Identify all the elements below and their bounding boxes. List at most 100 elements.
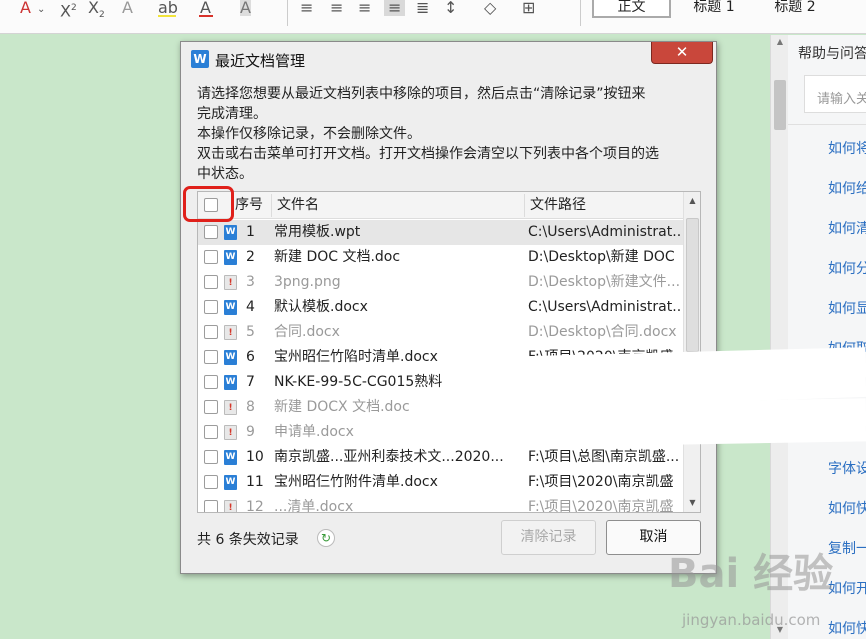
row-checkbox[interactable] bbox=[204, 500, 218, 512]
style-heading-2[interactable]: 标题 2 bbox=[756, 0, 834, 18]
scroll-up-icon[interactable]: ▲ bbox=[684, 196, 700, 205]
row-index: 7 bbox=[246, 374, 255, 390]
close-button[interactable]: ✕ bbox=[651, 42, 713, 64]
list-item[interactable]: W 2 新建 DOC 文档.doc D:\Desktop\新建 DOC bbox=[198, 245, 683, 270]
row-index: 4 bbox=[246, 299, 255, 315]
row-filename: 宝州昭仨竹附件清单.docx bbox=[274, 474, 438, 490]
dialog-titlebar[interactable]: W 最近文档管理 ✕ bbox=[181, 42, 716, 78]
row-filename: 宝州昭仨竹陷时清单.docx bbox=[274, 349, 438, 365]
superscript-icon[interactable]: X2 bbox=[60, 0, 77, 19]
border-icon[interactable]: ⊞ bbox=[522, 0, 535, 16]
list-item[interactable]: W 1 常用模板.wpt C:\Users\Administrat... bbox=[198, 220, 683, 245]
scroll-thumb[interactable] bbox=[686, 218, 699, 352]
help-link[interactable]: 如何快 bbox=[828, 498, 866, 518]
help-link[interactable]: 如何分 bbox=[828, 258, 866, 278]
row-filepath: D:\Desktop\合同.docx bbox=[528, 324, 677, 340]
recent-files-list[interactable]: 序号 文件名 文件路径 W 1 常用模板.wpt C:\Users\Administr… bbox=[197, 191, 701, 513]
row-filepath: F:\项目\总图\南京凯盛... bbox=[528, 449, 680, 465]
column-filename[interactable]: 文件名 bbox=[277, 192, 319, 219]
row-checkbox[interactable] bbox=[204, 475, 218, 489]
clear-format-icon[interactable]: A bbox=[122, 0, 133, 16]
subscript-icon[interactable]: X2 bbox=[88, 0, 105, 23]
scroll-thumb[interactable] bbox=[774, 80, 786, 130]
wps-doc-icon: W bbox=[224, 475, 237, 490]
column-divider bbox=[524, 194, 525, 217]
help-search-input[interactable]: 请输入关 bbox=[804, 75, 866, 113]
char-shading-icon[interactable]: A bbox=[240, 0, 251, 16]
scroll-down-icon[interactable]: ▼ bbox=[684, 498, 700, 507]
align-right-icon[interactable]: ≡ bbox=[358, 0, 371, 16]
highlight-color-bar bbox=[158, 15, 176, 17]
list-item[interactable]: ! 3 3png.png D:\Desktop\新建文件... bbox=[198, 270, 683, 295]
font-color-a-icon[interactable]: A bbox=[20, 0, 31, 16]
row-filename: 常用模板.wpt bbox=[274, 224, 361, 240]
missing-file-icon: ! bbox=[224, 500, 237, 512]
row-checkbox[interactable] bbox=[204, 300, 218, 314]
row-index: 8 bbox=[246, 399, 255, 415]
row-checkbox[interactable] bbox=[204, 375, 218, 389]
scroll-up-icon[interactable]: ▲ bbox=[774, 37, 786, 47]
clear-records-button[interactable]: 清除记录 bbox=[501, 520, 596, 555]
wps-doc-icon: W bbox=[224, 250, 237, 265]
row-checkbox[interactable] bbox=[204, 225, 218, 239]
help-link[interactable]: 字体设 bbox=[828, 458, 866, 478]
dialog-title: 最近文档管理 bbox=[215, 52, 306, 70]
style-heading-1[interactable]: 标题 1 bbox=[675, 0, 753, 18]
select-all-checkbox[interactable] bbox=[204, 198, 218, 212]
row-index: 9 bbox=[246, 424, 255, 440]
row-index: 6 bbox=[246, 349, 255, 365]
missing-file-icon: ! bbox=[224, 325, 237, 340]
row-filename: 合同.docx bbox=[274, 324, 340, 340]
row-filename: 南京凯盛...亚州利泰技术文...2020... bbox=[274, 449, 504, 465]
row-checkbox[interactable] bbox=[204, 450, 218, 464]
column-index[interactable]: 序号 bbox=[235, 192, 263, 219]
row-checkbox[interactable] bbox=[204, 250, 218, 264]
help-link[interactable]: 如何将 bbox=[828, 138, 866, 158]
help-link[interactable]: 如何显 bbox=[828, 298, 866, 318]
row-index: 11 bbox=[246, 474, 264, 490]
watermark: Bai 经验 jingyan.baidu.com bbox=[668, 541, 866, 639]
row-filename: ...清单.docx bbox=[274, 499, 354, 513]
toolbar-separator bbox=[580, 0, 581, 26]
row-filepath: D:\Desktop\新建文件... bbox=[528, 274, 681, 290]
invalid-count-label: 共 6 条失效记录 bbox=[197, 532, 299, 548]
align-left-icon[interactable]: ≡ bbox=[300, 0, 313, 16]
row-filepath: C:\Users\Administrat... bbox=[528, 299, 682, 315]
style-normal[interactable]: 正文 bbox=[592, 0, 671, 18]
help-link[interactable]: 如何给 bbox=[828, 178, 866, 198]
wps-writer-icon: W bbox=[191, 50, 209, 68]
dropdown-arrow-icon[interactable]: ⌄ bbox=[37, 2, 45, 18]
column-filepath[interactable]: 文件路径 bbox=[530, 192, 586, 219]
list-header: 序号 文件名 文件路径 bbox=[198, 192, 683, 219]
row-filename: 默认模板.docx bbox=[274, 299, 368, 315]
row-index: 3 bbox=[246, 274, 255, 290]
instruction-text: 请选择您想要从最近文档列表中移除的项目，然后点击“清除记录”按钮来 bbox=[197, 86, 646, 102]
list-item[interactable]: W 11 宝州昭仨竹附件清单.docx F:\项目\2020\南京凯盛 bbox=[198, 470, 683, 495]
list-item[interactable]: ! 12 ...清单.docx F:\项目\2020\南京凯盛 bbox=[198, 495, 683, 513]
refresh-icon[interactable]: ↻ bbox=[317, 529, 335, 547]
missing-file-icon: ! bbox=[224, 400, 237, 415]
row-index: 12 bbox=[246, 499, 264, 513]
font-color-icon[interactable]: A bbox=[200, 0, 211, 16]
distributed-icon[interactable]: ≣ bbox=[416, 0, 429, 16]
help-link[interactable]: 如何清 bbox=[828, 218, 866, 238]
row-checkbox[interactable] bbox=[204, 425, 218, 439]
instruction-text: 中状态。 bbox=[197, 166, 253, 182]
highlight-icon[interactable]: ab bbox=[158, 0, 178, 16]
row-index: 10 bbox=[246, 449, 264, 465]
help-title: 帮助与问答 bbox=[798, 46, 866, 62]
list-item[interactable]: W 4 默认模板.docx C:\Users\Administrat... bbox=[198, 295, 683, 320]
row-checkbox[interactable] bbox=[204, 400, 218, 414]
row-checkbox[interactable] bbox=[204, 275, 218, 289]
toolbar-separator bbox=[287, 0, 288, 26]
justify-icon[interactable]: ≡ bbox=[384, 0, 406, 16]
line-spacing-icon[interactable]: ↕ bbox=[444, 0, 457, 16]
list-item[interactable]: ! 5 合同.docx D:\Desktop\合同.docx bbox=[198, 320, 683, 345]
wps-doc-icon: W bbox=[224, 225, 237, 240]
wps-doc-icon: W bbox=[224, 450, 237, 465]
list-item[interactable]: W 10 南京凯盛...亚州利泰技术文...2020... F:\项目\总图\南京凯盛… bbox=[198, 445, 683, 470]
row-checkbox[interactable] bbox=[204, 350, 218, 364]
shading-icon[interactable]: ◇ bbox=[484, 0, 496, 16]
row-checkbox[interactable] bbox=[204, 325, 218, 339]
align-center-icon[interactable]: ≡ bbox=[330, 0, 343, 16]
